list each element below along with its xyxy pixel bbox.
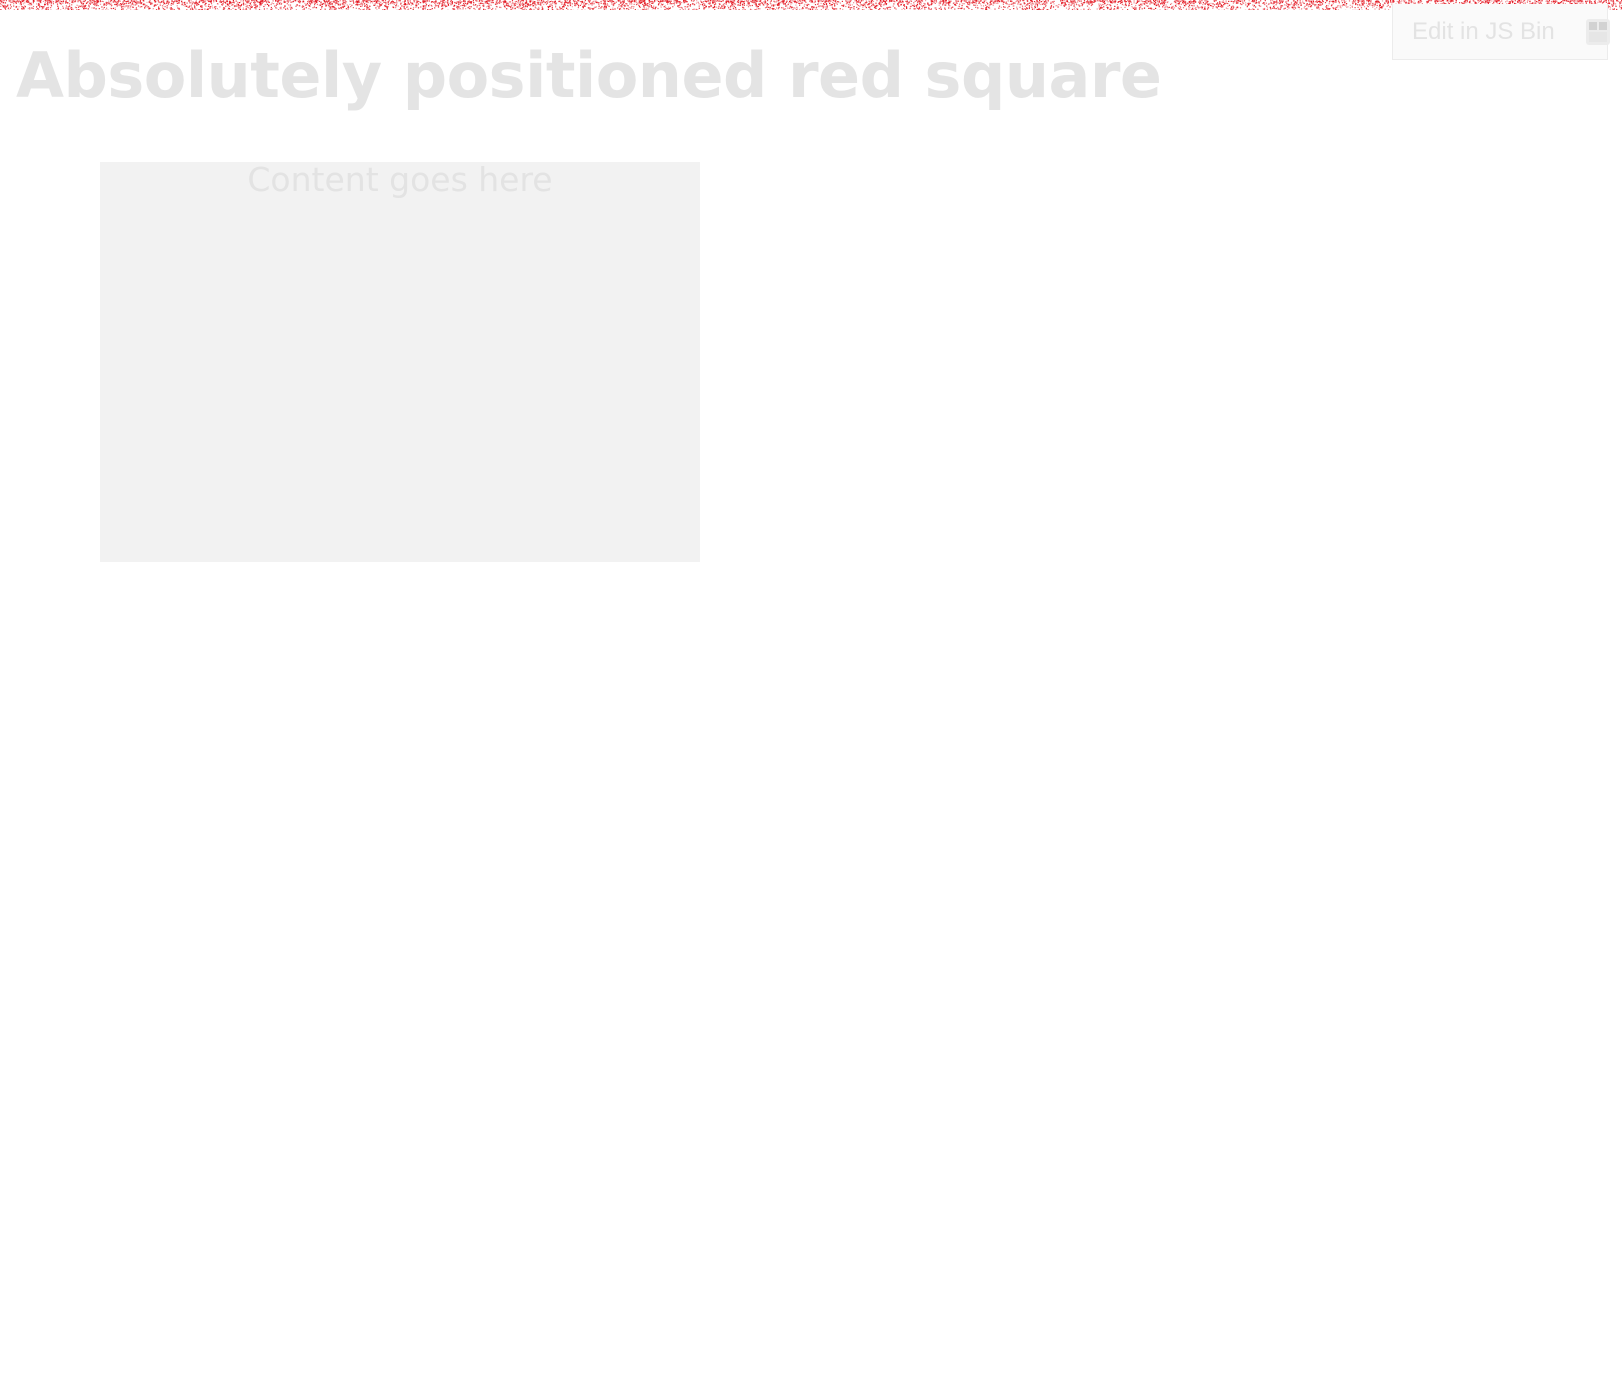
- bottom-edge: [0, 1394, 1622, 1398]
- edit-in-jsbin-label: Edit in JS Bin: [1412, 17, 1555, 45]
- content-box: Content goes here: [100, 162, 700, 562]
- page-title: Absolutely positioned red square: [16, 39, 1162, 112]
- content-text: Content goes here: [247, 160, 553, 199]
- jsbin-icon: [1585, 18, 1611, 46]
- edit-in-jsbin-button[interactable]: Edit in JS Bin: [1392, 4, 1611, 60]
- red-noise-strip: [0, 0, 1622, 10]
